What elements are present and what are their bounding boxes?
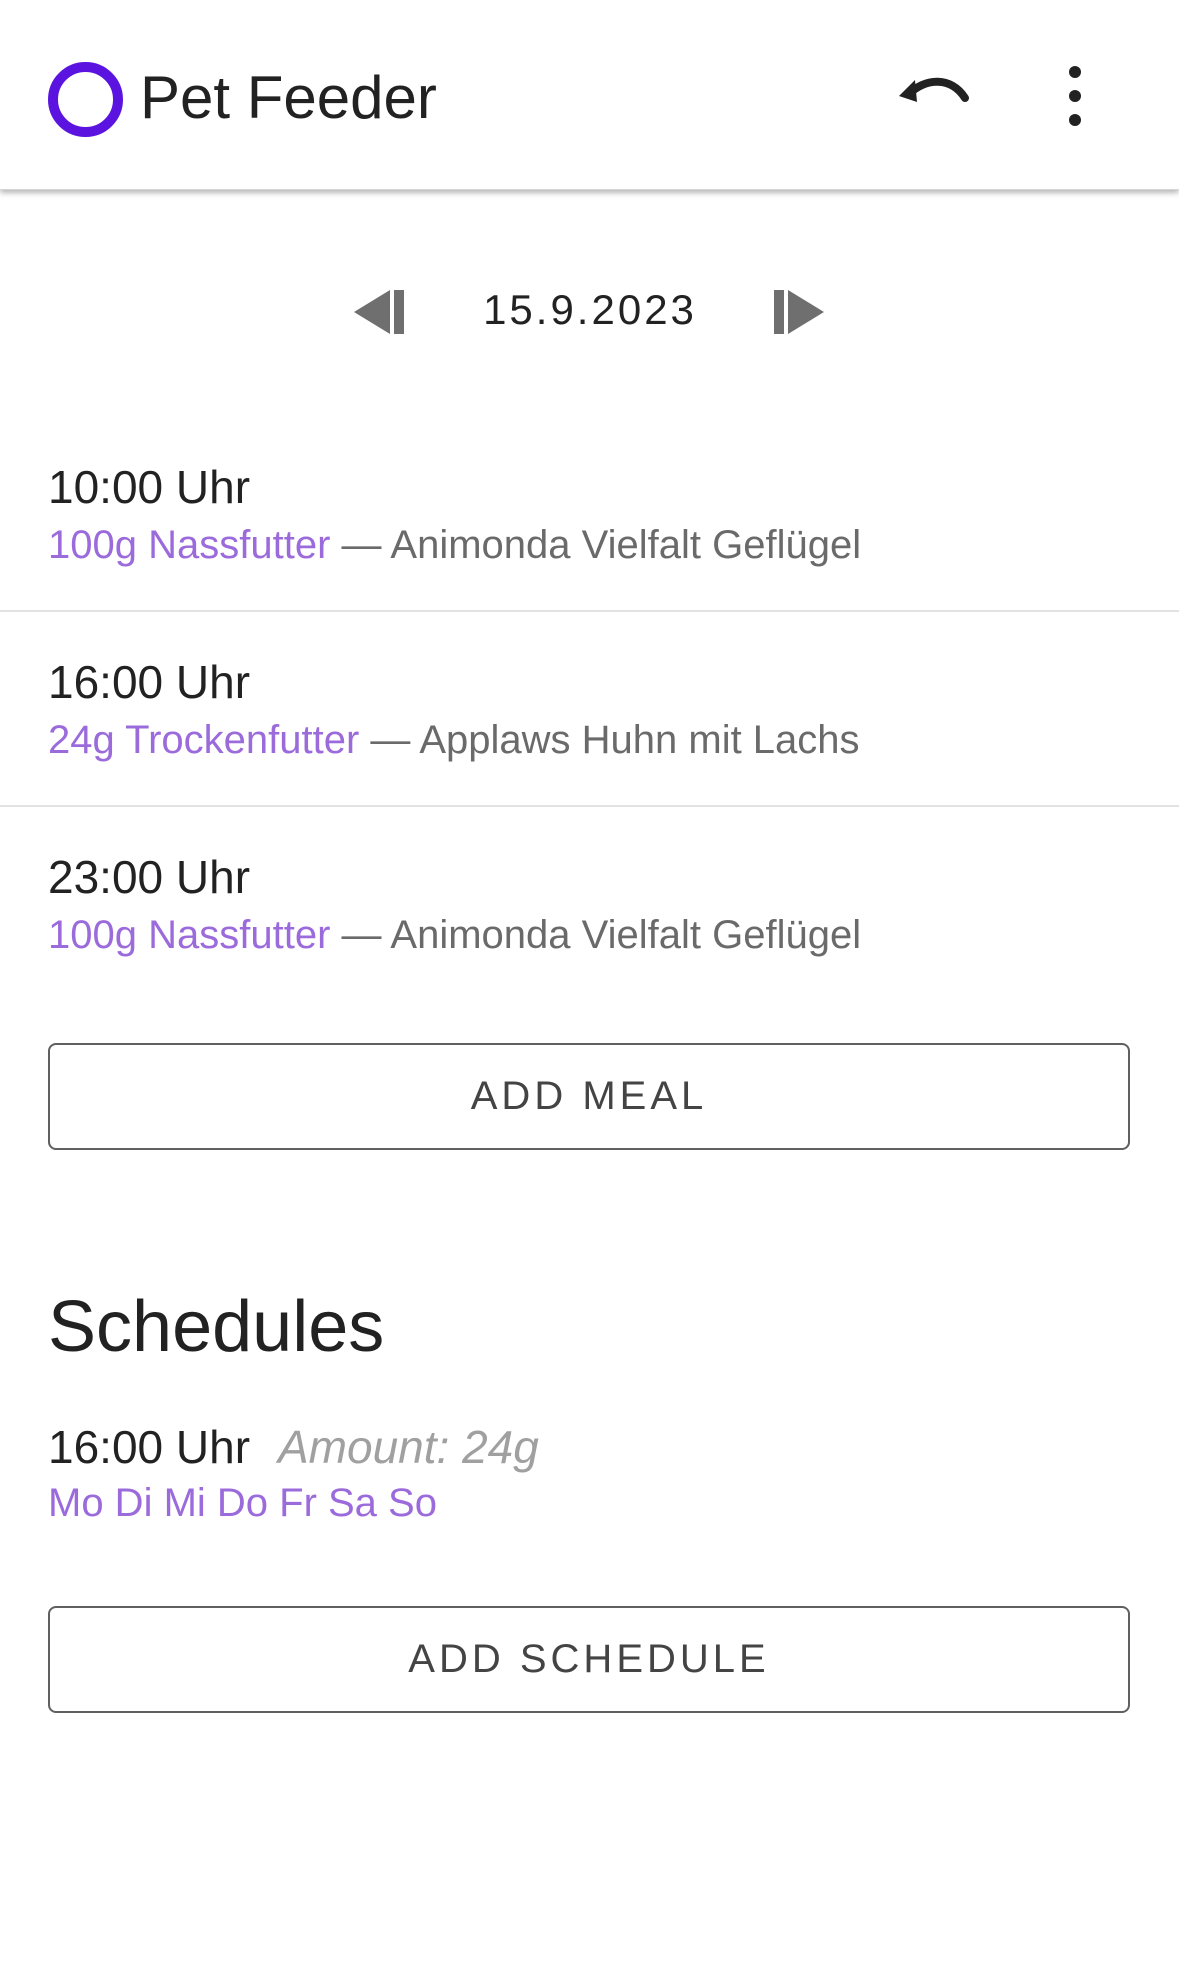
divider [0,805,1179,807]
app-logo-icon [48,62,123,137]
add-meal-button[interactable]: ADD MEAL [48,1043,1130,1150]
current-date: 15.9.2023 [483,286,697,333]
schedule-time: 16:00 Uhr [48,1421,251,1473]
schedule-amount: Amount: 24g [278,1421,539,1473]
undo-button[interactable] [895,60,973,132]
meal-time: 10:00 Uhr [48,461,251,513]
meal-separator: — [341,523,382,567]
meal-list-item[interactable]: 16:00 Uhr 24g Trockenfutter — Applaws Hu… [0,615,1179,810]
meal-amount: 24g Trockenfutter [48,718,360,762]
more-menu-button[interactable] [1050,62,1100,130]
add-schedule-button[interactable]: ADD SCHEDULE [48,1606,1130,1713]
schedules-heading: Schedules [48,1287,385,1367]
skip-next-icon [774,290,824,334]
meal-food: Animonda Vielfalt Geflügel [390,523,862,567]
date-navigator: 15.9.2023 [0,270,1179,350]
meal-details: 100g Nassfutter — Animonda Vielfalt Gefl… [48,520,861,570]
divider [0,610,1179,612]
meal-food: Animonda Vielfalt Geflügel [390,913,862,957]
app-title: Pet Feeder [140,64,437,131]
previous-day-button[interactable] [350,288,410,336]
schedule-list-item[interactable]: 16:00 Uhr Amount: 24g Mo Di Mi Do Fr Sa … [0,1410,1179,1540]
meal-details: 24g Trockenfutter — Applaws Huhn mit Lac… [48,715,860,765]
meal-amount: 100g Nassfutter [48,523,331,567]
meal-details: 100g Nassfutter — Animonda Vielfalt Gefl… [48,910,861,960]
skip-previous-icon [354,290,404,334]
meal-separator: — [341,913,382,957]
meal-time: 23:00 Uhr [48,851,251,903]
meal-list-item[interactable]: 23:00 Uhr 100g Nassfutter — Animonda Vie… [0,810,1179,1005]
meal-amount: 100g Nassfutter [48,913,331,957]
meal-list-item[interactable]: 10:00 Uhr 100g Nassfutter — Animonda Vie… [0,420,1179,615]
app-bar: Pet Feeder [0,0,1179,190]
meal-separator: — [370,718,411,762]
undo-icon [899,77,969,102]
meal-time: 16:00 Uhr [48,656,251,708]
more-vert-icon [1069,66,1081,126]
schedule-days: Mo Di Mi Do Fr Sa So [48,1481,437,1525]
next-day-button[interactable] [768,288,828,336]
meal-food: Applaws Huhn mit Lachs [419,718,860,762]
